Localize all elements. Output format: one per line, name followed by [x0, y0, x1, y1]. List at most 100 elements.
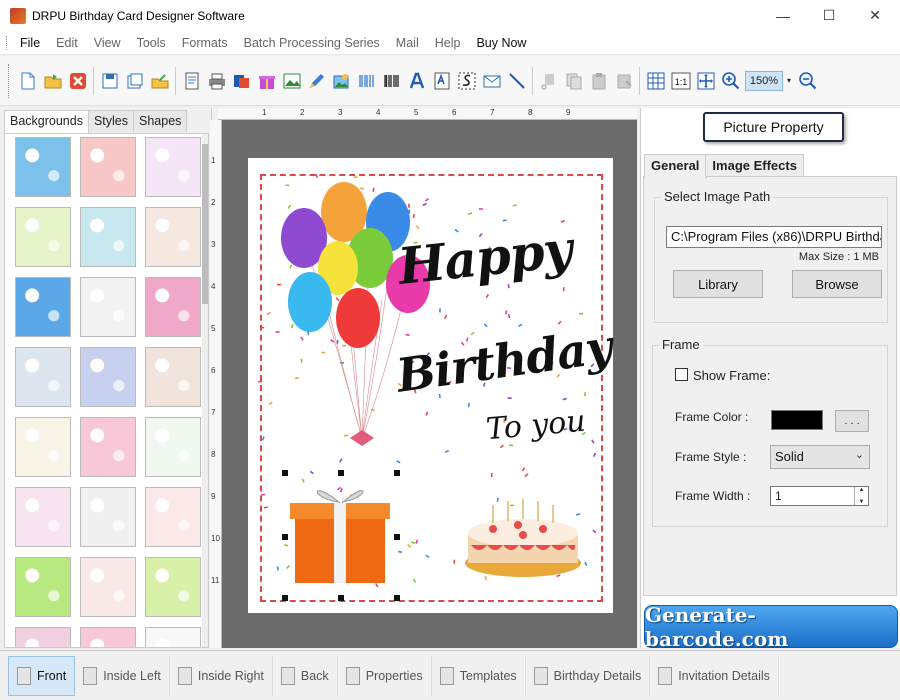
background-thumbnail[interactable] — [15, 557, 71, 617]
background-thumbnail[interactable] — [15, 207, 71, 267]
background-thumbnail[interactable] — [145, 417, 201, 477]
minimize-button[interactable]: — — [760, 0, 806, 31]
actual-size-button[interactable]: 1:1 — [670, 70, 692, 92]
nav-templates[interactable]: Templates — [432, 655, 526, 696]
background-thumbnail[interactable] — [145, 207, 201, 267]
nav-back[interactable]: Back — [273, 655, 338, 696]
background-thumbnail[interactable] — [145, 557, 201, 617]
birthday-card[interactable]: Happy Birthday To you — [248, 158, 615, 613]
delete-button[interactable] — [613, 70, 635, 92]
nav-front[interactable]: Front — [8, 655, 76, 696]
image-path-field[interactable]: C:\Program Files (x86)\DRPU Birthday — [666, 226, 882, 248]
insert-image-button[interactable] — [281, 70, 303, 92]
signature-button[interactable] — [456, 70, 478, 92]
background-thumbnail[interactable] — [145, 137, 201, 197]
background-thumbnail[interactable] — [15, 417, 71, 477]
frame-style-select[interactable]: Solid ⌄ — [770, 445, 870, 469]
stepper-up-icon[interactable]: ▲ — [859, 487, 865, 493]
nav-inside-right[interactable]: Inside Right — [170, 655, 273, 696]
background-thumbnail[interactable] — [15, 487, 71, 547]
background-thumbnail[interactable] — [80, 137, 136, 197]
cake-image[interactable] — [463, 493, 583, 583]
menu-mail[interactable]: Mail — [388, 36, 427, 50]
background-thumbnail[interactable] — [15, 347, 71, 407]
open-button[interactable] — [42, 70, 64, 92]
maximize-button[interactable]: ☐ — [806, 0, 852, 31]
background-thumbnail[interactable] — [15, 137, 71, 197]
gallery-scrollbar[interactable] — [202, 134, 208, 647]
browse-button[interactable]: Browse — [792, 270, 882, 298]
design-canvas[interactable]: Happy Birthday To you — [222, 120, 637, 648]
background-thumbnail[interactable] — [145, 487, 201, 547]
gift-box-image[interactable] — [290, 478, 390, 588]
background-thumbnail[interactable] — [80, 627, 136, 647]
stepper-buttons[interactable]: ▲ ▼ — [854, 487, 868, 505]
selection-handle[interactable] — [282, 595, 288, 601]
grid-button[interactable] — [645, 70, 667, 92]
zoom-dropdown-icon[interactable]: ▾ — [787, 76, 791, 85]
frame-color-picker-button[interactable]: . . . — [835, 410, 869, 432]
gift-button[interactable] — [256, 70, 278, 92]
background-thumbnail[interactable] — [80, 557, 136, 617]
paste-button[interactable] — [588, 70, 610, 92]
selection-handle[interactable] — [282, 470, 288, 476]
save-as-button[interactable] — [124, 70, 146, 92]
menu-file[interactable]: File — [12, 36, 48, 50]
mail-button[interactable] — [481, 70, 503, 92]
picture-button[interactable] — [331, 70, 353, 92]
print-preview-button[interactable] — [231, 70, 253, 92]
export-button[interactable] — [149, 70, 171, 92]
tab-general[interactable]: General — [644, 154, 707, 178]
background-thumbnail[interactable] — [80, 277, 136, 337]
menu-buy-now[interactable]: Buy Now — [468, 36, 534, 50]
menu-view[interactable]: View — [86, 36, 129, 50]
selection-handle[interactable] — [338, 470, 344, 476]
selection-handle[interactable] — [338, 595, 344, 601]
new-button[interactable] — [17, 70, 39, 92]
nav-properties[interactable]: Properties — [338, 655, 432, 696]
barcode-button[interactable] — [356, 70, 378, 92]
frame-color-swatch[interactable] — [771, 410, 823, 430]
nav-invitation-details[interactable]: Invitation Details — [650, 655, 779, 696]
background-thumbnail[interactable] — [15, 277, 71, 337]
menu-formats[interactable]: Formats — [174, 36, 236, 50]
selection-handle[interactable] — [282, 534, 288, 540]
balloons-image[interactable] — [270, 178, 430, 478]
zoom-level-field[interactable]: 150% — [745, 70, 783, 91]
zoom-out-button[interactable] — [797, 70, 819, 92]
selection-handle[interactable] — [394, 595, 400, 601]
background-thumbnail[interactable] — [80, 207, 136, 267]
tab-styles[interactable]: Styles — [87, 110, 135, 132]
text-button[interactable] — [406, 70, 428, 92]
wordart-button[interactable] — [431, 70, 453, 92]
close-doc-button[interactable] — [67, 70, 89, 92]
library-button[interactable]: Library — [673, 270, 763, 298]
selection-handle[interactable] — [394, 470, 400, 476]
background-thumbnail[interactable] — [145, 277, 201, 337]
nav-inside-left[interactable]: Inside Left — [75, 655, 170, 696]
selection-handle[interactable] — [394, 534, 400, 540]
zoom-in-button[interactable] — [720, 70, 742, 92]
background-thumbnail[interactable] — [145, 627, 201, 647]
tab-image-effects[interactable]: Image Effects — [705, 154, 804, 176]
menu-tools[interactable]: Tools — [129, 36, 174, 50]
print-button[interactable] — [206, 70, 228, 92]
background-thumbnail[interactable] — [145, 347, 201, 407]
cut-button[interactable] — [538, 70, 560, 92]
save-button[interactable] — [99, 70, 121, 92]
nav-birthday-details[interactable]: Birthday Details — [526, 655, 651, 696]
menu-edit[interactable]: Edit — [48, 36, 86, 50]
menu-batch-processing[interactable]: Batch Processing Series — [236, 36, 388, 50]
promo-banner[interactable]: Generate-barcode.com — [644, 603, 898, 651]
tab-backgrounds[interactable]: Backgrounds — [4, 110, 89, 133]
stepper-down-icon[interactable]: ▼ — [859, 499, 865, 505]
fit-button[interactable] — [695, 70, 717, 92]
line-button[interactable] — [506, 70, 528, 92]
frame-width-stepper[interactable]: 1 ▲ ▼ — [770, 486, 869, 506]
background-thumbnail[interactable] — [15, 627, 71, 647]
barcode2-button[interactable] — [381, 70, 403, 92]
background-thumbnail[interactable] — [80, 347, 136, 407]
menu-help[interactable]: Help — [427, 36, 469, 50]
properties-button[interactable] — [181, 70, 203, 92]
pencil-button[interactable] — [306, 70, 328, 92]
